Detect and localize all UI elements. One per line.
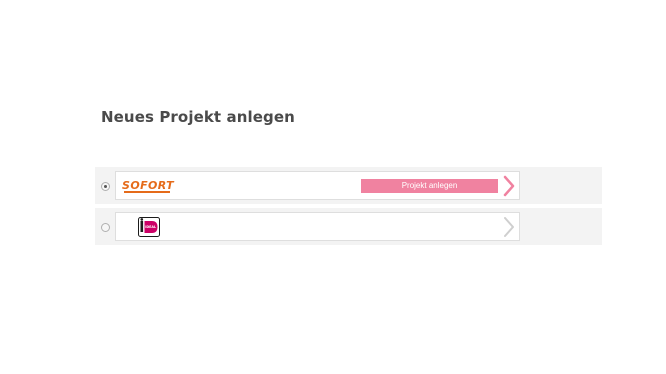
payment-provider-list: SOFORT Projekt anlegen iDEAL [95,167,602,249]
provider-row-sofort[interactable]: SOFORT Projekt anlegen [95,167,602,204]
provider-card-sofort[interactable]: SOFORT Projekt anlegen [115,171,520,200]
page-title: Neues Projekt anlegen [101,108,295,126]
ideal-logo-text: iDEAL [145,225,157,229]
provider-card-ideal[interactable]: iDEAL [115,212,520,241]
create-project-button[interactable]: Projekt anlegen [361,179,498,193]
provider-row-ideal[interactable]: iDEAL [95,208,602,245]
ideal-logo: iDEAL [138,217,160,237]
sofort-logo: SOFORT [122,178,174,194]
chevron-right-icon[interactable] [503,216,515,238]
provider-radio-ideal[interactable] [101,223,110,232]
chevron-right-icon[interactable] [503,175,515,197]
provider-radio-sofort[interactable] [101,182,110,191]
